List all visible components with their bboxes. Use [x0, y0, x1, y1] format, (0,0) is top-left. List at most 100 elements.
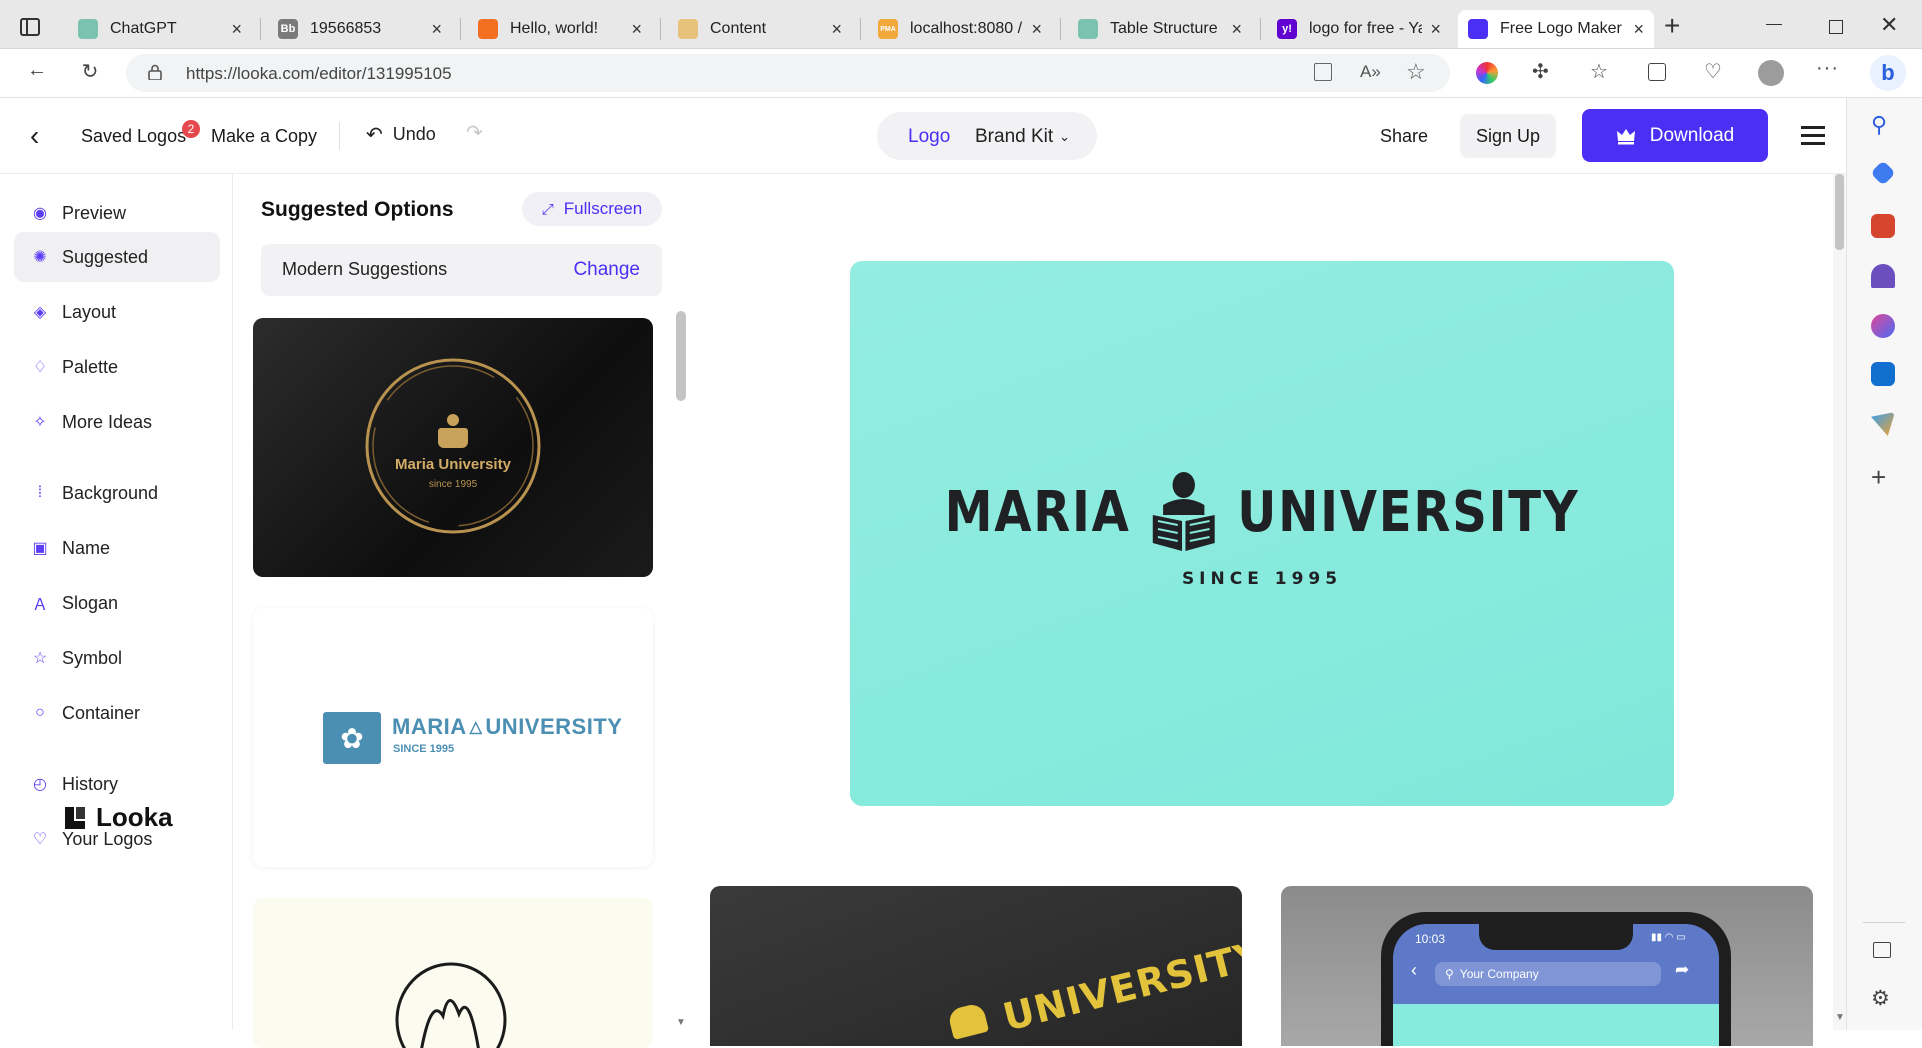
business-card-mockup[interactable]: UNIVERSITY: [710, 886, 1242, 1046]
expand-icon: ⤢: [541, 200, 554, 218]
sidebar-item-more-ideas[interactable]: ✧ More Ideas: [14, 397, 220, 447]
browser-tab[interactable]: Bb 19566853 ×: [268, 10, 452, 48]
change-style-link[interactable]: Change: [573, 259, 640, 281]
back-chevron-icon[interactable]: ‹: [30, 120, 39, 152]
sidebar-item-layout[interactable]: ◈ Layout: [14, 287, 220, 337]
hamburger-menu-icon[interactable]: [1801, 126, 1825, 145]
yahoo-icon: y!: [1277, 19, 1297, 39]
sidebar-item-suggested[interactable]: ✺ Suggested: [14, 232, 220, 282]
search-icon[interactable]: ⚲: [1871, 112, 1887, 138]
address-bar[interactable]: https://looka.com/editor/131995105 A» ☆: [126, 54, 1450, 92]
chatgpt-icon: [1078, 19, 1098, 39]
share-button[interactable]: Share: [1380, 126, 1428, 147]
profile-avatar-icon[interactable]: [1758, 60, 1784, 86]
browser-tab[interactable]: PMA localhost:8080 / 1 ×: [868, 10, 1052, 48]
sidebar-item-container[interactable]: ○ Container: [14, 688, 220, 738]
canvas-scrollbar[interactable]: ▼: [1833, 174, 1846, 1030]
header-divider: [339, 122, 340, 150]
app-available-icon[interactable]: [1314, 63, 1332, 81]
sidebar-item-label: Container: [62, 702, 141, 723]
read-aloud-icon[interactable]: A»: [1360, 62, 1381, 82]
tab-title: 19566853: [310, 20, 382, 37]
add-sidebar-app-icon[interactable]: +: [1871, 462, 1886, 493]
phone-time: 10:03: [1415, 932, 1446, 946]
close-tab-icon[interactable]: ×: [1031, 19, 1042, 40]
download-button[interactable]: Download: [1582, 109, 1768, 162]
extensions-puzzle-icon[interactable]: ✣: [1532, 59, 1549, 84]
sidebar-item-background[interactable]: ⁞ Background: [14, 468, 220, 518]
favorite-star-icon[interactable]: ☆: [1406, 59, 1426, 85]
sidebar-item-slogan[interactable]: Ａ Slogan: [14, 578, 220, 628]
tab-actions-icon[interactable]: [20, 18, 40, 36]
triangle-icon: △: [469, 719, 483, 736]
new-tab-button[interactable]: +: [1664, 10, 1680, 42]
logo-preview[interactable]: MARIA UNIVERSITY SINCE 1995: [850, 261, 1674, 806]
back-arrow-icon[interactable]: ←: [22, 59, 52, 82]
sign-up-button[interactable]: Sign Up: [1460, 114, 1556, 158]
split-screen-icon[interactable]: [1873, 942, 1891, 958]
sidebar-item-symbol[interactable]: ☆ Symbol: [14, 633, 220, 683]
looka-brand[interactable]: Looka: [62, 802, 173, 833]
suggestion-card[interactable]: ✿ MARIA △ UNIVERSITY SINCE 1995: [253, 608, 653, 867]
collections-icon[interactable]: [1648, 63, 1666, 81]
shopping-tag-icon[interactable]: [1870, 160, 1896, 186]
tab-separator: [1260, 18, 1261, 40]
browser-essentials-icon[interactable]: ♡: [1704, 59, 1722, 84]
suggestion-card[interactable]: [253, 898, 653, 1048]
panel-scrollbar[interactable]: ▼: [676, 311, 686, 1031]
close-tab-icon[interactable]: ×: [231, 19, 242, 40]
browser-tab[interactable]: Table Structure in ×: [1068, 10, 1252, 48]
fullscreen-label: Fullscreen: [563, 199, 643, 218]
tab-title: Free Logo Maker: [1500, 20, 1622, 37]
phone-mockup[interactable]: 10:03 ▮▮ ◠ ▭ ‹ ⚲ Your Company ➦: [1281, 886, 1813, 1046]
download-label: Download: [1649, 124, 1735, 146]
brand-name: Looka: [96, 802, 173, 832]
brand-kit-tab[interactable]: Brand Kit ⌄: [975, 126, 1070, 148]
sidebar-item-palette[interactable]: ♢ Palette: [14, 342, 220, 392]
make-copy-button[interactable]: Make a Copy: [211, 126, 317, 147]
close-tab-icon[interactable]: ×: [1430, 19, 1441, 40]
outlook-icon[interactable]: [1871, 362, 1895, 386]
saved-logos-button[interactable]: Saved Logos: [81, 126, 186, 147]
tab-title: Hello, world!: [510, 20, 599, 37]
more-options-icon[interactable]: ···: [1816, 57, 1839, 80]
settings-gear-icon[interactable]: ⚙: [1871, 986, 1890, 1011]
close-tab-icon[interactable]: ×: [1633, 19, 1644, 40]
sidebar-item-name[interactable]: ▣ Name: [14, 523, 220, 573]
games-icon[interactable]: [1871, 264, 1895, 288]
editor-sidebar: ◉ Preview ✺ Suggested ◈ Layout ♢ Palette ✧ More I…: [0, 174, 233, 1030]
suggestion-card[interactable]: Maria University since 1995: [253, 318, 653, 577]
browser-sidebar: ⚲ + ⚙: [1846, 98, 1922, 1030]
color-extension-icon[interactable]: [1476, 62, 1498, 84]
phone-notch: [1479, 924, 1633, 950]
redo-icon[interactable]: ↷: [466, 120, 483, 145]
browser-tab[interactable]: Content ×: [668, 10, 852, 48]
undo-button[interactable]: ↶ Undo: [366, 122, 436, 147]
phone-status-icons: ▮▮ ◠ ▭: [1651, 932, 1686, 943]
drop-send-icon[interactable]: [1871, 412, 1895, 436]
restore-button[interactable]: [1829, 20, 1843, 34]
close-window-button[interactable]: ✕: [1880, 12, 1898, 38]
browser-tab[interactable]: ChatGPT ×: [68, 10, 252, 48]
monogram-m-graphic: [395, 962, 507, 1048]
sidebar-item-label: Preview: [62, 202, 127, 223]
microsoft-365-icon[interactable]: [1871, 314, 1895, 338]
minimize-button[interactable]: [1766, 24, 1782, 25]
close-tab-icon[interactable]: ×: [1231, 19, 1242, 40]
sidebar-item-preview[interactable]: ◉ Preview: [14, 188, 220, 238]
close-tab-icon[interactable]: ×: [431, 19, 442, 40]
browser-tab[interactable]: y! logo for free - Yah ×: [1267, 10, 1451, 48]
close-tab-icon[interactable]: ×: [831, 19, 842, 40]
favorites-icon[interactable]: ☆: [1590, 59, 1608, 84]
tab-separator: [260, 18, 261, 40]
reader-book-icon: [1153, 472, 1215, 551]
tools-briefcase-icon[interactable]: [1871, 214, 1895, 238]
fullscreen-button[interactable]: ⤢ Fullscreen: [522, 192, 662, 226]
logo-tab[interactable]: Logo: [908, 126, 950, 148]
bing-copilot-icon[interactable]: b: [1870, 55, 1906, 91]
refresh-icon[interactable]: ↻: [75, 59, 105, 84]
close-tab-icon[interactable]: ×: [631, 19, 642, 40]
browser-tab[interactable]: Free Logo Maker ×: [1458, 10, 1654, 48]
sidebar-item-label: Palette: [62, 356, 119, 377]
browser-tab[interactable]: Hello, world! ×: [468, 10, 652, 48]
